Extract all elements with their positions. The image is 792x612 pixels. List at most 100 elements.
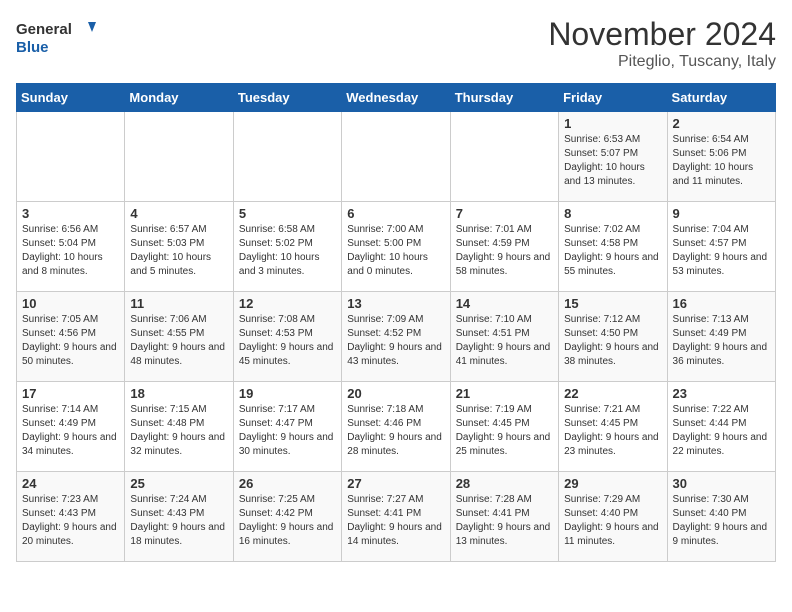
day-number: 14: [456, 296, 553, 311]
svg-text:Blue: Blue: [16, 39, 49, 56]
calendar-cell: 28Sunrise: 7:28 AM Sunset: 4:41 PM Dayli…: [450, 472, 558, 562]
day-number: 6: [347, 206, 444, 221]
day-number: 11: [130, 296, 227, 311]
calendar-cell: 25Sunrise: 7:24 AM Sunset: 4:43 PM Dayli…: [125, 472, 233, 562]
day-info: Sunrise: 7:22 AM Sunset: 4:44 PM Dayligh…: [673, 403, 770, 459]
day-info: Sunrise: 7:30 AM Sunset: 4:40 PM Dayligh…: [673, 493, 770, 549]
calendar-cell: 2 Sunrise: 6:54 AM Sunset: 5:06 PM Daylig…: [667, 112, 775, 202]
calendar-cell: 14 Sunrise: 7:10 AM Sunset: 4:51 PM Dayli…: [450, 292, 558, 382]
calendar-cell: 20Sunrise: 7:18 AM Sunset: 4:46 PM Dayli…: [342, 382, 450, 472]
calendar-cell: 12 Sunrise: 7:08 AM Sunset: 4:53 PM Dayli…: [233, 292, 341, 382]
calendar-cell: 1 Sunrise: 6:53 AM Sunset: 5:07 PM Daylig…: [559, 112, 667, 202]
day-info: Sunrise: 7:00 AM Sunset: 5:00 PM Dayligh…: [347, 223, 444, 279]
day-info: Sunrise: 7:19 AM Sunset: 4:45 PM Dayligh…: [456, 403, 553, 459]
day-number: 28: [456, 476, 553, 491]
day-number: 5: [239, 206, 336, 221]
subtitle: Piteglio, Tuscany, Italy: [548, 53, 776, 71]
day-info: Sunrise: 7:10 AM Sunset: 4:51 PM Dayligh…: [456, 313, 553, 369]
day-info: Sunrise: 7:04 AM Sunset: 4:57 PM Dayligh…: [673, 223, 770, 279]
calendar-cell: 26 Sunrise: 7:25 AM Sunset: 4:42 PM Dayli…: [233, 472, 341, 562]
day-number: 26: [239, 476, 336, 491]
calendar-cell: 8 Sunrise: 7:02 AM Sunset: 4:58 PM Daylig…: [559, 202, 667, 292]
calendar-cell: 11 Sunrise: 7:06 AM Sunset: 4:55 PM Dayli…: [125, 292, 233, 382]
calendar-cell: 16 Sunrise: 7:13 AM Sunset: 4:49 PM Dayli…: [667, 292, 775, 382]
day-number: 19: [239, 386, 336, 401]
day-info: Sunrise: 7:23 AM Sunset: 4:43 PM Dayligh…: [22, 493, 119, 549]
day-number: 24: [22, 476, 119, 491]
day-info: Sunrise: 7:09 AM Sunset: 4:52 PM Dayligh…: [347, 313, 444, 369]
day-number: 2: [673, 116, 770, 131]
calendar-cell: 23 Sunrise: 7:22 AM Sunset: 4:44 PM Dayli…: [667, 382, 775, 472]
day-number: 16: [673, 296, 770, 311]
day-number: 13: [347, 296, 444, 311]
calendar-cell: 24 Sunrise: 7:23 AM Sunset: 4:43 PM Dayli…: [17, 472, 125, 562]
day-info: Sunrise: 7:24 AM Sunset: 4:43 PM Dayligh…: [130, 493, 227, 549]
weekday-header-wednesday: Wednesday: [342, 84, 450, 112]
day-number: 30: [673, 476, 770, 491]
week-row-5: 24 Sunrise: 7:23 AM Sunset: 4:43 PM Dayli…: [17, 472, 776, 562]
calendar-cell: 21 Sunrise: 7:19 AM Sunset: 4:45 PM Dayli…: [450, 382, 558, 472]
day-number: 23: [673, 386, 770, 401]
calendar-cell: 29 Sunrise: 7:29 AM Sunset: 4:40 PM Dayli…: [559, 472, 667, 562]
day-number: 21: [456, 386, 553, 401]
calendar-cell: [450, 112, 558, 202]
day-number: 1: [564, 116, 661, 131]
day-number: 17: [22, 386, 119, 401]
day-info: Sunrise: 7:05 AM Sunset: 4:56 PM Dayligh…: [22, 313, 119, 369]
calendar-cell: 19 Sunrise: 7:17 AM Sunset: 4:47 PM Dayli…: [233, 382, 341, 472]
day-info: Sunrise: 6:54 AM Sunset: 5:06 PM Dayligh…: [673, 133, 770, 189]
calendar-cell: [233, 112, 341, 202]
weekday-header-sunday: Sunday: [17, 84, 125, 112]
day-info: Sunrise: 7:17 AM Sunset: 4:47 PM Dayligh…: [239, 403, 336, 459]
calendar-cell: 10Sunrise: 7:05 AM Sunset: 4:56 PM Dayli…: [17, 292, 125, 382]
weekday-header-saturday: Saturday: [667, 84, 775, 112]
day-info: Sunrise: 7:15 AM Sunset: 4:48 PM Dayligh…: [130, 403, 227, 459]
calendar-cell: 7Sunrise: 7:01 AM Sunset: 4:59 PM Daylig…: [450, 202, 558, 292]
calendar-cell: 9 Sunrise: 7:04 AM Sunset: 4:57 PM Daylig…: [667, 202, 775, 292]
weekday-header-tuesday: Tuesday: [233, 84, 341, 112]
calendar-cell: [125, 112, 233, 202]
calendar-cell: 5 Sunrise: 6:58 AM Sunset: 5:02 PM Daylig…: [233, 202, 341, 292]
logo-svg: General Blue: [16, 16, 96, 60]
header: General Blue November 2024 Piteglio, Tus…: [16, 16, 776, 71]
day-info: Sunrise: 7:12 AM Sunset: 4:50 PM Dayligh…: [564, 313, 661, 369]
calendar-cell: 13 Sunrise: 7:09 AM Sunset: 4:52 PM Dayli…: [342, 292, 450, 382]
calendar-cell: [17, 112, 125, 202]
day-number: 29: [564, 476, 661, 491]
week-row-4: 17Sunrise: 7:14 AM Sunset: 4:49 PM Dayli…: [17, 382, 776, 472]
calendar-cell: 30 Sunrise: 7:30 AM Sunset: 4:40 PM Dayli…: [667, 472, 775, 562]
svg-text:General: General: [16, 21, 72, 38]
weekday-header-row: SundayMondayTuesdayWednesdayThursdayFrid…: [17, 84, 776, 112]
calendar-cell: 3 Sunrise: 6:56 AM Sunset: 5:04 PM Daylig…: [17, 202, 125, 292]
weekday-header-friday: Friday: [559, 84, 667, 112]
day-info: Sunrise: 7:25 AM Sunset: 4:42 PM Dayligh…: [239, 493, 336, 549]
calendar-cell: 17Sunrise: 7:14 AM Sunset: 4:49 PM Dayli…: [17, 382, 125, 472]
day-number: 18: [130, 386, 227, 401]
day-info: Sunrise: 7:29 AM Sunset: 4:40 PM Dayligh…: [564, 493, 661, 549]
week-row-3: 10Sunrise: 7:05 AM Sunset: 4:56 PM Dayli…: [17, 292, 776, 382]
day-info: Sunrise: 7:27 AM Sunset: 4:41 PM Dayligh…: [347, 493, 444, 549]
weekday-header-monday: Monday: [125, 84, 233, 112]
day-info: Sunrise: 7:08 AM Sunset: 4:53 PM Dayligh…: [239, 313, 336, 369]
day-info: Sunrise: 6:53 AM Sunset: 5:07 PM Dayligh…: [564, 133, 661, 189]
calendar-cell: 27Sunrise: 7:27 AM Sunset: 4:41 PM Dayli…: [342, 472, 450, 562]
calendar-table: SundayMondayTuesdayWednesdayThursdayFrid…: [16, 83, 776, 562]
day-info: Sunrise: 6:57 AM Sunset: 5:03 PM Dayligh…: [130, 223, 227, 279]
day-info: Sunrise: 7:01 AM Sunset: 4:59 PM Dayligh…: [456, 223, 553, 279]
day-number: 22: [564, 386, 661, 401]
day-number: 3: [22, 206, 119, 221]
day-info: Sunrise: 7:06 AM Sunset: 4:55 PM Dayligh…: [130, 313, 227, 369]
calendar-cell: 18 Sunrise: 7:15 AM Sunset: 4:48 PM Dayli…: [125, 382, 233, 472]
day-number: 9: [673, 206, 770, 221]
day-info: Sunrise: 6:56 AM Sunset: 5:04 PM Dayligh…: [22, 223, 119, 279]
day-info: Sunrise: 7:13 AM Sunset: 4:49 PM Dayligh…: [673, 313, 770, 369]
day-number: 8: [564, 206, 661, 221]
day-info: Sunrise: 7:02 AM Sunset: 4:58 PM Dayligh…: [564, 223, 661, 279]
day-info: Sunrise: 7:21 AM Sunset: 4:45 PM Dayligh…: [564, 403, 661, 459]
day-number: 4: [130, 206, 227, 221]
calendar-cell: [342, 112, 450, 202]
day-number: 12: [239, 296, 336, 311]
logo: General Blue: [16, 16, 96, 60]
day-info: Sunrise: 6:58 AM Sunset: 5:02 PM Dayligh…: [239, 223, 336, 279]
calendar-cell: 6 Sunrise: 7:00 AM Sunset: 5:00 PM Daylig…: [342, 202, 450, 292]
